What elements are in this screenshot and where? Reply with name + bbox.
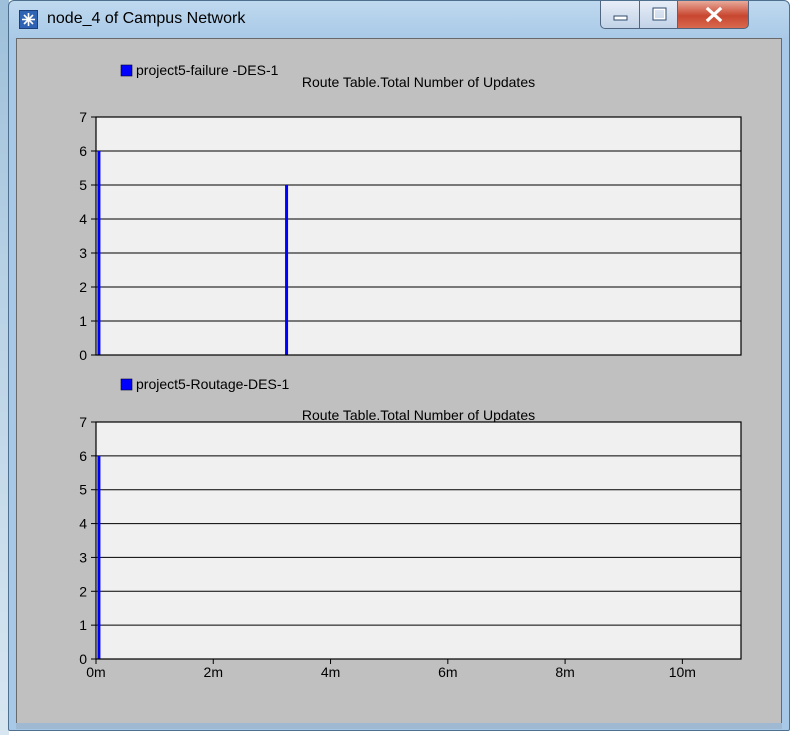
maximize-icon [652,7,667,21]
close-icon [705,6,723,23]
y-tick-label: 4 [79,516,87,532]
y-tick-label: 7 [79,109,87,125]
y-tick-label: 6 [79,143,87,159]
x-tick-label: 4m [321,664,340,680]
graph-window: node_4 of Campus Network project5-failur [8,0,790,731]
y-tick-label: 6 [79,448,87,464]
y-tick-label: 3 [79,245,87,261]
title-bar[interactable]: node_4 of Campus Network [9,1,789,41]
x-tick-label: 0m [86,664,105,680]
x-tick-label: 8m [555,664,574,680]
y-tick-label: 4 [79,211,87,227]
y-tick-label: 0 [79,347,87,363]
plot-area [96,422,741,659]
x-tick-label: 6m [438,664,457,680]
x-tick-label: 10m [669,664,696,680]
minimize-icon [613,15,628,21]
star-burst-icon[interactable] [19,10,38,29]
chart-1: project5-failure -DES-1 Route Table.Total… [79,62,742,363]
close-button[interactable] [677,1,749,29]
y-tick-label: 5 [79,482,87,498]
chart-2: project5-Routage-DES-1 Route Table.Total … [79,376,742,680]
y-tick-label: 1 [79,617,87,633]
window-title: node_4 of Campus Network [47,10,246,27]
y-tick-label: 5 [79,177,87,193]
chart-title: Route Table.Total Number of Updates [302,407,535,423]
y-tick-label: 2 [79,583,87,599]
charts-canvas: project5-failure -DES-1 Route Table.Total… [79,62,742,680]
minimize-button[interactable] [600,1,640,29]
window-bottom-edge [16,723,782,729]
legend-label: project5-Routage-DES-1 [136,376,290,392]
y-tick-label: 7 [79,414,87,430]
legend-swatch [120,378,133,391]
plot-area [96,117,741,355]
graph-panel: project5-failure -DES-1 Route Table.Total… [16,38,782,725]
legend-label: project5-failure -DES-1 [136,62,279,78]
legend-swatch [120,64,133,77]
y-tick-label: 3 [79,549,87,565]
y-tick-label: 2 [79,279,87,295]
chart-title: Route Table.Total Number of Updates [302,74,535,90]
x-tick-label: 2m [204,664,223,680]
y-tick-label: 1 [79,313,87,329]
maximize-button[interactable] [639,1,678,29]
